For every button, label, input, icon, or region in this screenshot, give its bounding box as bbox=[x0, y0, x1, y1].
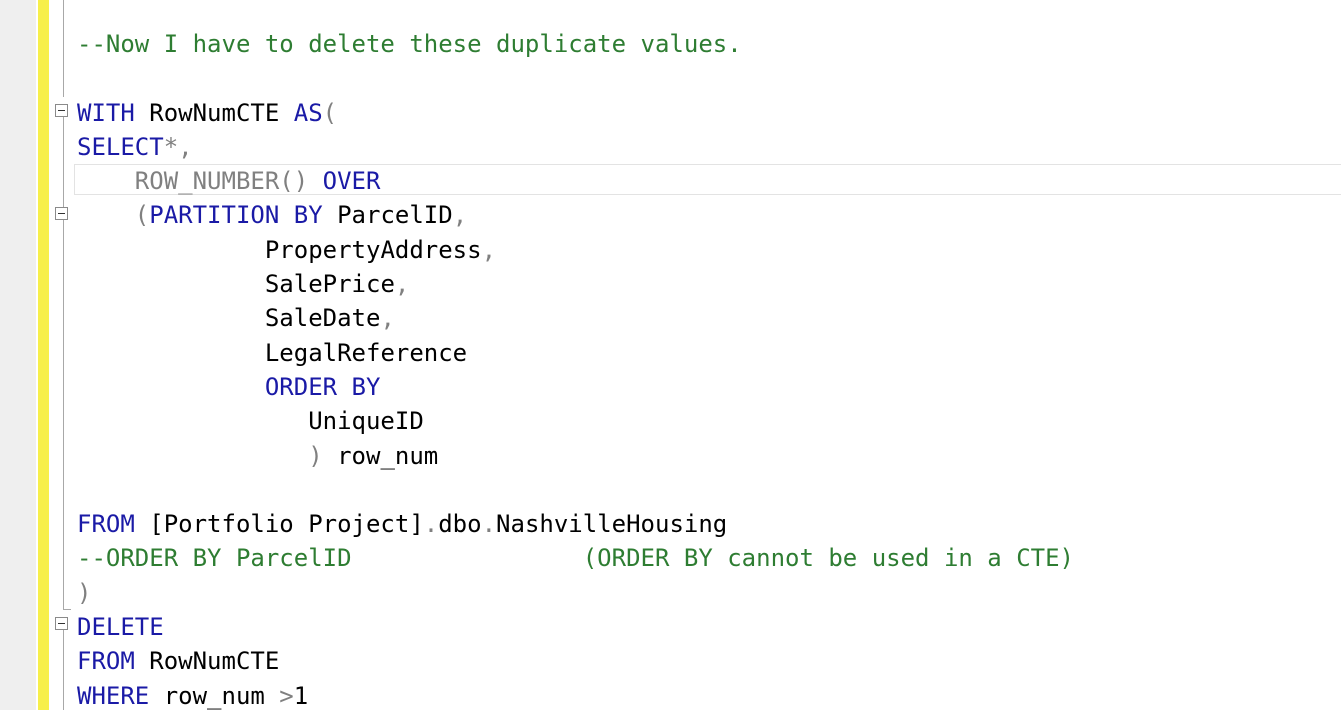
sql-identifier: dbo bbox=[438, 510, 482, 539]
code-line[interactable] bbox=[77, 61, 1074, 95]
sql-operator: . bbox=[423, 510, 439, 539]
sql-operator: ( bbox=[134, 201, 150, 230]
sql-keyword: OVER bbox=[322, 167, 381, 196]
code-line[interactable]: SalePrice, bbox=[77, 267, 1074, 301]
sql-keyword: FROM bbox=[77, 510, 135, 539]
sql-keyword: WITH bbox=[77, 98, 135, 127]
sql-keyword: PARTITION BY bbox=[149, 201, 323, 230]
sql-operator: , bbox=[452, 201, 468, 230]
code-line[interactable]: SaleDate, bbox=[77, 301, 1074, 335]
code-line[interactable]: FROM RowNumCTE bbox=[77, 644, 1074, 678]
sql-operator: , bbox=[394, 270, 410, 299]
sql-operator: ( bbox=[322, 98, 338, 127]
sql-keyword: DELETE bbox=[77, 613, 164, 642]
sql-operator: , bbox=[380, 304, 395, 333]
sql-keyword: AS bbox=[293, 98, 323, 127]
sql-identifier: NashvilleHousing bbox=[496, 510, 728, 539]
sql-identifier: 1 bbox=[293, 681, 309, 710]
code-line[interactable]: ROW_NUMBER() OVER bbox=[77, 164, 1074, 198]
sql-identifier: SaleDate bbox=[264, 304, 381, 333]
sql-operator: ) bbox=[77, 578, 92, 607]
line-number-gutter bbox=[0, 0, 36, 710]
outline-guide-partition bbox=[63, 220, 64, 610]
code-line[interactable]: ) row_num bbox=[77, 439, 1074, 473]
sql-operator: . bbox=[481, 510, 497, 539]
sql-operator: *, bbox=[163, 132, 193, 161]
collapse-delete-block-icon[interactable] bbox=[55, 617, 68, 630]
sql-comment: --ORDER BY ParcelID (ORDER BY cannot be … bbox=[77, 544, 1074, 573]
code-line[interactable]: SELECT*, bbox=[77, 130, 1074, 164]
code-line[interactable]: WITH RowNumCTE AS( bbox=[77, 96, 1074, 130]
sql-identifier: row_num bbox=[322, 441, 439, 470]
code-text-area[interactable]: --Now I have to delete these duplicate v… bbox=[77, 27, 1074, 710]
outline-guide-end bbox=[63, 609, 71, 610]
code-line[interactable]: DELETE bbox=[77, 610, 1074, 644]
sql-identifier: LegalReference bbox=[264, 338, 468, 367]
sql-comment: --Now I have to delete these duplicate v… bbox=[77, 30, 742, 58]
code-line[interactable] bbox=[77, 473, 1074, 507]
sql-identifier: RowNumCTE bbox=[134, 647, 280, 676]
code-editor[interactable]: --Now I have to delete these duplicate v… bbox=[0, 0, 1341, 710]
outline-guide-with bbox=[63, 117, 64, 207]
sql-keyword: WHERE bbox=[77, 681, 150, 710]
code-line[interactable]: PropertyAddress, bbox=[77, 233, 1074, 267]
code-line[interactable]: ) bbox=[77, 576, 1074, 610]
outline-guide-top bbox=[63, 0, 64, 97]
code-line[interactable]: --Now I have to delete these duplicate v… bbox=[77, 27, 1074, 61]
code-line[interactable]: FROM [Portfolio Project].dbo.NashvilleHo… bbox=[77, 507, 1074, 541]
collapse-with-block-icon[interactable] bbox=[55, 104, 68, 117]
outline-guide-delete bbox=[63, 630, 64, 710]
sql-keyword: FROM bbox=[77, 647, 135, 676]
sql-identifier: SalePrice bbox=[264, 270, 395, 299]
code-line[interactable]: --ORDER BY ParcelID (ORDER BY cannot be … bbox=[77, 541, 1074, 575]
code-line[interactable]: ORDER BY bbox=[77, 370, 1074, 404]
sql-identifier: PropertyAddress bbox=[264, 235, 482, 264]
sql-operator: , bbox=[481, 235, 497, 264]
code-line[interactable]: (PARTITION BY ParcelID, bbox=[77, 198, 1074, 232]
sql-identifier: RowNumCTE bbox=[134, 98, 294, 127]
sql-operator: ) bbox=[308, 441, 323, 470]
code-line[interactable]: WHERE row_num >1 bbox=[77, 679, 1074, 710]
collapse-partition-block-icon[interactable] bbox=[55, 207, 68, 220]
sql-identifier: UniqueID bbox=[308, 407, 424, 436]
change-tracking-bar bbox=[38, 0, 49, 710]
sql-operator: ROW_NUMBER() bbox=[134, 167, 323, 196]
sql-identifier: ParcelID bbox=[322, 201, 453, 230]
code-line[interactable]: LegalReference bbox=[77, 336, 1074, 370]
code-line[interactable]: UniqueID bbox=[77, 404, 1074, 438]
sql-keyword: ORDER BY bbox=[264, 372, 381, 401]
sql-identifier: row_num bbox=[149, 681, 280, 710]
sql-identifier: [Portfolio Project] bbox=[134, 510, 424, 539]
sql-operator: > bbox=[279, 681, 294, 710]
sql-keyword: SELECT bbox=[77, 132, 164, 161]
